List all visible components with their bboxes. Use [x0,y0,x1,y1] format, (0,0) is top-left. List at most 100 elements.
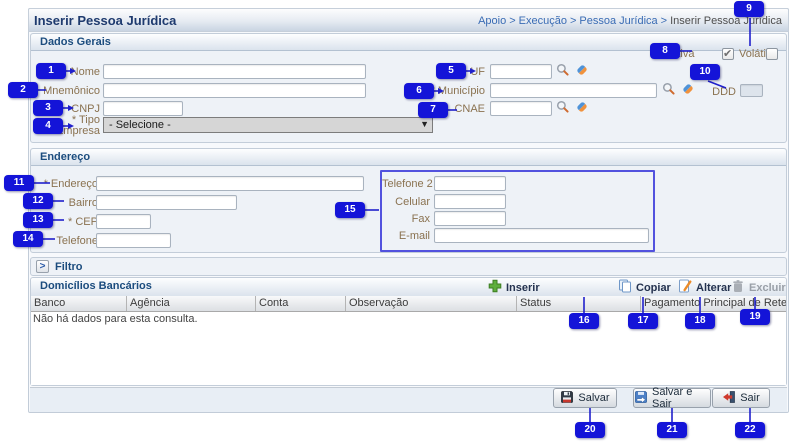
breadcrumb-link-pessoa-juridica[interactable]: Pessoa Jurídica [579,15,657,27]
annotation-badge-15: 15 [335,202,365,218]
inserir-button[interactable]: Inserir [488,279,540,296]
fax-input[interactable] [434,211,506,226]
bancarios-title: Domicílios Bancários [40,280,152,292]
annotation-badge-9: 9 [734,1,764,17]
cnae-label: CNAE [450,103,485,115]
cnpj-input[interactable] [103,101,183,116]
annotation-badge-7: 7 [418,102,448,118]
cnae-search-icon[interactable] [556,100,570,117]
annotation-badge-6: 6 [404,83,434,99]
column-header-banco[interactable]: Banco [31,296,127,311]
annotation-badge-19: 19 [740,309,770,325]
annotation-badge-2: 2 [8,82,38,98]
page-title: Inserir Pessoa Jurídica [34,13,176,28]
trash-icon [731,279,745,296]
salvar-button[interactable]: Salvar [553,388,617,408]
annotation-badge-22: 22 [735,422,765,438]
filtro-panel [30,257,787,276]
check-icon: ✔ [723,47,732,60]
ativa-checkbox[interactable]: ✔ [722,48,734,60]
alterar-label: Alterar [696,282,731,294]
bairro-input[interactable] [96,195,237,210]
inserir-label: Inserir [506,282,540,294]
annotation-badge-1: 1 [36,63,66,79]
municipio-label: * Município [425,85,485,97]
cep-input[interactable] [96,214,151,229]
municipio-clear-icon[interactable] [681,82,695,99]
salvar-e-sair-button[interactable]: Salvar e Sair [633,388,711,408]
annotation-badge-11: 11 [4,175,34,191]
telefone2-input[interactable] [434,176,506,191]
mnemonico-input[interactable] [103,83,366,98]
tipo-empresa-select[interactable]: - Selecione - ▼ [103,117,433,133]
mnemonico-label: Mnemônico [30,85,100,97]
breadcrumb-link-execucao[interactable]: Execução [519,15,567,27]
save-icon [560,390,574,407]
annotation-badge-17: 17 [628,313,658,329]
telefone2-label: Telefone 2 [382,178,430,190]
endereco-input[interactable] [96,176,364,191]
column-header-observacao[interactable]: Observação [346,296,517,311]
annotation-badge-8: 8 [650,43,680,59]
annotation-badge-5: 5 [436,63,466,79]
celular-label: Celular [382,196,430,208]
annotation-badge-21: 21 [657,422,687,438]
dados-gerais-title: Dados Gerais [40,36,111,48]
breadcrumb-separator: > [658,15,670,27]
uf-input[interactable] [490,64,552,79]
uf-clear-icon[interactable] [575,63,589,80]
title-bar: Inserir Pessoa Jurídica Apoio>Execução>P… [28,8,789,32]
breadcrumb-link-apoio[interactable]: Apoio [478,15,506,27]
page-canvas: Inserir Pessoa Jurídica Apoio>Execução>P… [0,0,800,444]
filtro-expand-button[interactable]: > [36,260,49,273]
salvar-label: Salvar [578,392,609,404]
column-header-status[interactable]: Status [517,296,641,311]
annotation-badge-3: 3 [33,100,63,116]
cnae-input[interactable] [490,101,552,116]
sair-label: Sair [740,392,760,404]
edit-icon [678,279,692,296]
email-label: E-mail [382,230,430,242]
excluir-label: Excluir [749,282,786,294]
column-header-agencia[interactable]: Agência [127,296,256,311]
endereco-label: * Endereço [38,178,98,190]
fax-label: Fax [382,213,430,225]
breadcrumb-separator: > [506,15,518,27]
email-input[interactable] [434,228,649,243]
endereco-header: Endereço [31,149,786,166]
copy-icon [618,279,632,296]
excluir-button: Excluir [731,279,786,296]
municipio-search-icon[interactable] [662,82,676,99]
ddd-input [740,84,763,97]
ddd-label: DDD [710,86,736,98]
save-exit-icon [634,390,648,407]
alterar-button[interactable]: Alterar [678,279,731,296]
annotation-badge-13: 13 [23,212,53,228]
celular-input[interactable] [434,194,506,209]
table-empty-message: Não há dados para esta consulta. [33,313,198,325]
sair-button[interactable]: Sair [712,388,770,408]
annotation-badge-4: 4 [33,118,63,134]
chevron-down-icon: ▼ [420,119,429,129]
uf-search-icon[interactable] [556,63,570,80]
tipo-empresa-selected-value: - Selecione - [109,119,171,131]
plus-icon [488,279,502,296]
bancarios-header: Domicílios Bancários [31,278,786,297]
salvar-e-sair-label: Salvar e Sair [652,386,710,410]
breadcrumb-separator: > [567,15,579,27]
expand-arrow-icon: > [40,261,46,272]
cnae-clear-icon[interactable] [575,100,589,117]
exit-door-icon [722,390,736,407]
annotation-badge-16: 16 [569,313,599,329]
volatil-checkbox[interactable] [766,48,778,60]
municipio-input[interactable] [490,83,657,98]
copiar-button[interactable]: Copiar [618,279,671,296]
annotation-badge-10: 10 [690,64,720,80]
telefone-label: Telefone [35,235,98,247]
annotation-badge-18: 18 [685,313,715,329]
nome-input[interactable] [103,64,366,79]
breadcrumb-current: Inserir Pessoa Jurídica [670,15,782,27]
column-header-conta[interactable]: Conta [256,296,346,311]
volatil-label: Volátil [739,48,768,60]
telefone-input[interactable] [96,233,171,248]
